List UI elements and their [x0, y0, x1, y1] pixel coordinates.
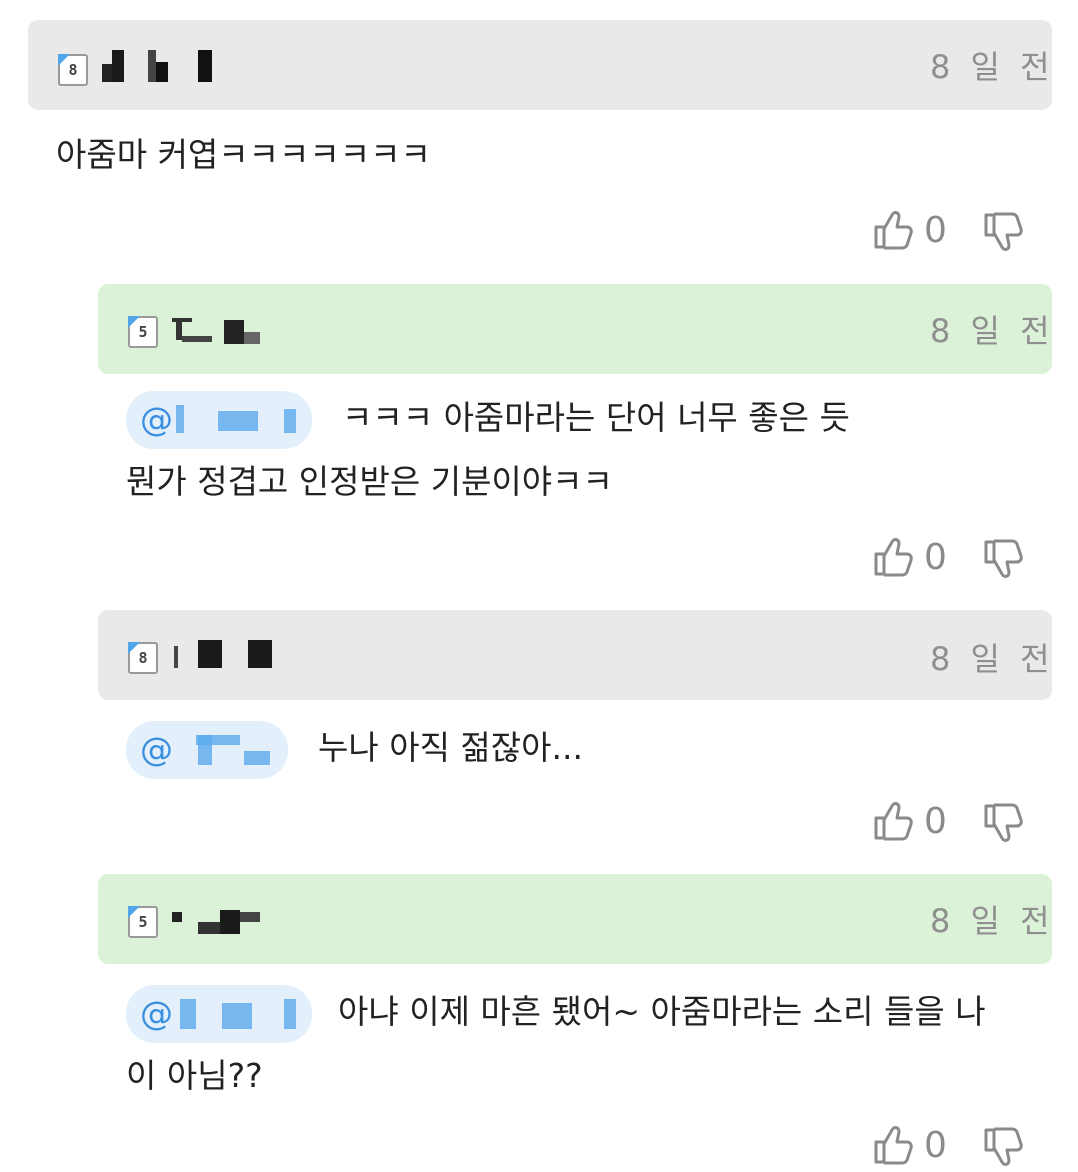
thumbs-down-icon[interactable]	[982, 211, 1024, 255]
timestamp: 8 일 전	[930, 640, 1055, 678]
mention-tag[interactable]: @	[126, 390, 312, 449]
upvote-count: 0	[924, 1125, 947, 1166]
thumbs-down-icon[interactable]	[982, 802, 1024, 846]
thumbs-up-icon[interactable]	[872, 207, 914, 251]
level-badge-icon: 5	[128, 906, 158, 938]
timestamp: 8 일 전	[930, 48, 1055, 86]
timestamp: 8 일 전	[930, 312, 1055, 350]
timestamp: 8 일 전	[930, 902, 1055, 940]
upvote-count: 0	[924, 537, 947, 578]
vote-bar: 0	[872, 1122, 1032, 1172]
comment-text-line2: 뭔가 정겹고 인정받은 기분이야ㅋㅋ	[126, 462, 613, 501]
comment-text: 아줌마 커엽ㅋㅋㅋㅋㅋㅋㅋ	[56, 135, 431, 174]
level-badge-icon: 8	[58, 54, 88, 86]
thumbs-down-icon[interactable]	[982, 538, 1024, 582]
level-badge-icon: 5	[128, 316, 158, 348]
username-blurred[interactable]	[168, 312, 298, 346]
thumbs-up-icon[interactable]	[872, 798, 914, 842]
level-badge-icon: 8	[128, 642, 158, 674]
vote-bar: 0	[872, 207, 1032, 257]
upvote-count: 0	[924, 210, 947, 251]
comment-text: @ 아냐 이제 마흔 됐어~ 아줌마라는 소리 들을 나 이 아님??	[126, 980, 986, 1108]
comment-text-line2: 이 아님??	[126, 1056, 263, 1095]
vote-bar: 0	[872, 534, 1032, 584]
mention-tag[interactable]: @	[126, 720, 288, 779]
username-blurred[interactable]	[168, 902, 298, 936]
vote-bar: 0	[872, 798, 1032, 848]
comment-text: @ 누나 아직 젊잖아...	[126, 716, 583, 780]
thumbs-up-icon[interactable]	[872, 534, 914, 578]
comment-text: @ ㅋㅋㅋ 아줌마라는 단어 너무 좋은 듯 뭔가 정겹고 인정받은 기분이야ㅋ…	[126, 386, 850, 514]
thumbs-up-icon[interactable]	[872, 1122, 914, 1166]
upvote-count: 0	[924, 801, 947, 842]
username-blurred[interactable]	[98, 48, 228, 82]
thumbs-down-icon[interactable]	[982, 1126, 1024, 1170]
username-blurred[interactable]	[168, 636, 298, 670]
mention-tag[interactable]: @	[126, 984, 312, 1043]
